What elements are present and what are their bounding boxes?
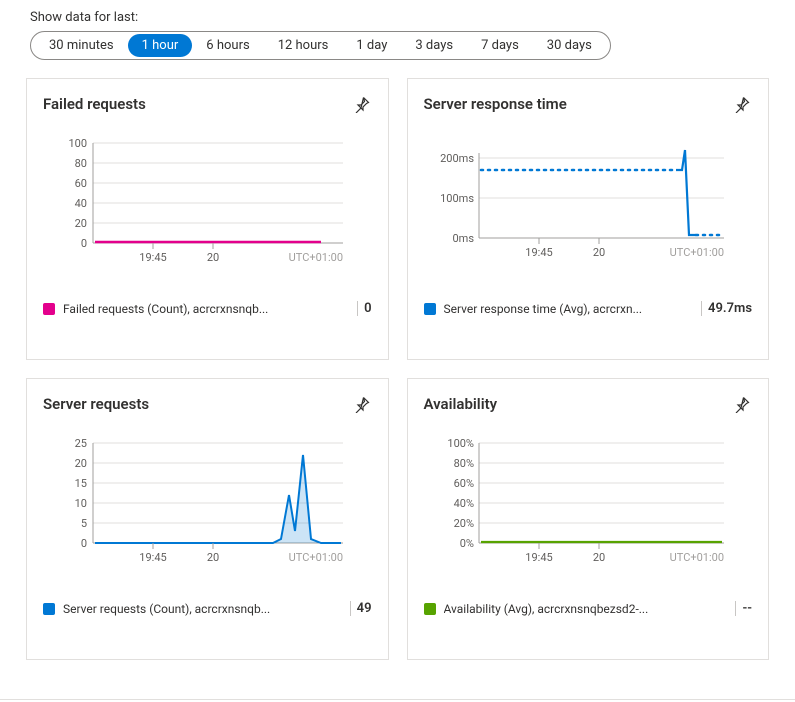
time-range-option-30m[interactable]: 30 minutes	[35, 34, 128, 57]
y-tick: 10	[75, 497, 87, 510]
y-tick: 0%	[459, 537, 473, 550]
legend-label: Failed requests (Count), acrcrxnsnqb...	[63, 302, 349, 316]
card-server-requests[interactable]: Server requests 25 20 15 10	[26, 378, 389, 660]
y-tick: 100ms	[440, 192, 474, 205]
time-range-option-6h[interactable]: 6 hours	[192, 34, 263, 57]
y-tick: 80%	[453, 457, 473, 470]
x-tick: 20	[207, 251, 219, 264]
pin-icon	[734, 97, 750, 113]
pin-button[interactable]	[350, 393, 374, 417]
card-title: Failed requests	[43, 95, 372, 113]
pin-button[interactable]	[730, 393, 754, 417]
y-tick: 20	[75, 457, 87, 470]
x-tick: 19:45	[525, 246, 552, 259]
legend: Failed requests (Count), acrcrxnsnqb... …	[43, 301, 372, 316]
pin-icon	[354, 97, 370, 113]
y-tick: 100	[68, 137, 87, 150]
y-tick: 0ms	[452, 232, 474, 245]
y-tick: 60	[75, 177, 87, 190]
pin-icon	[354, 397, 370, 413]
y-tick: 0	[81, 537, 87, 550]
series-line	[676, 150, 696, 235]
time-range-selector[interactable]: 30 minutes 1 hour 6 hours 12 hours 1 day…	[30, 31, 611, 60]
card-title: Availability	[424, 395, 753, 413]
legend: Availability (Avg), acrcrxnsnqbezsd2-...…	[424, 601, 753, 616]
legend-label: Server response time (Avg), acrcrxn...	[444, 302, 694, 316]
pin-icon	[734, 397, 750, 413]
legend-label: Server requests (Count), acrcrxnsnqb...	[63, 602, 342, 616]
x-tick: 20	[207, 551, 219, 564]
x-tick: 19:45	[139, 551, 166, 564]
chart-server-requests[interactable]: 25 20 15 10 5 0 19:45 20 UTC+01:0	[43, 423, 372, 573]
chart-availability[interactable]: 100% 80% 60% 40% 20% 0% 19:45 20 UTC+01:…	[424, 423, 753, 573]
time-range-option-7d[interactable]: 7 days	[467, 34, 533, 57]
y-tick: 25	[75, 437, 87, 450]
page-root: Show data for last: 30 minutes 1 hour 6 …	[0, 0, 795, 702]
card-title: Server response time	[424, 95, 753, 113]
y-tick: 40%	[453, 497, 473, 510]
pin-button[interactable]	[350, 93, 374, 117]
y-tick: 15	[75, 477, 87, 490]
legend-value: 49.7ms	[701, 301, 752, 316]
card-failed-requests[interactable]: Failed requests 100 80 60	[26, 78, 389, 360]
x-tick: 20	[592, 551, 604, 564]
y-tick: 60%	[453, 477, 473, 490]
time-range-option-3d[interactable]: 3 days	[401, 34, 467, 57]
y-tick: 20%	[453, 517, 473, 530]
y-tick: 200ms	[440, 152, 474, 165]
x-tick: 20	[592, 246, 604, 259]
y-tick: 40	[75, 197, 87, 210]
y-tick: 80	[75, 157, 87, 170]
pin-button[interactable]	[730, 93, 754, 117]
legend-value: --	[735, 601, 752, 616]
legend: Server response time (Avg), acrcrxn... 4…	[424, 301, 753, 316]
legend: Server requests (Count), acrcrxnsnqb... …	[43, 601, 372, 616]
cards-grid: Failed requests 100 80 60	[26, 78, 769, 660]
legend-swatch	[424, 603, 436, 615]
card-title: Server requests	[43, 395, 372, 413]
timezone-label: UTC+01:00	[289, 551, 343, 564]
legend-value: 0	[357, 301, 371, 316]
chart-server-response-time[interactable]: 200ms 100ms 0ms 19:45 20 UTC+01:00	[424, 123, 753, 273]
card-server-response-time[interactable]: Server response time 200ms 100ms 0ms	[407, 78, 770, 360]
time-range-label: Show data for last:	[30, 10, 775, 25]
timezone-label: UTC+01:00	[669, 246, 723, 259]
legend-value: 49	[350, 601, 372, 616]
legend-swatch	[43, 603, 55, 615]
timezone-label: UTC+01:00	[289, 251, 343, 264]
time-range-option-30d[interactable]: 30 days	[533, 34, 606, 57]
card-availability[interactable]: Availability 100% 80% 60% 40%	[407, 378, 770, 660]
y-tick: 0	[81, 237, 87, 250]
y-tick: 20	[75, 217, 87, 230]
time-range-option-1h[interactable]: 1 hour	[128, 34, 193, 57]
chart-failed-requests[interactable]: 100 80 60 40 20 0 19:45 20 UTC+01:00	[43, 123, 372, 273]
x-tick: 19:45	[139, 251, 166, 264]
y-tick: 5	[81, 517, 87, 530]
timezone-label: UTC+01:00	[669, 551, 723, 564]
time-range-option-1d[interactable]: 1 day	[342, 34, 401, 57]
x-tick: 19:45	[525, 551, 552, 564]
legend-label: Availability (Avg), acrcrxnsnqbezsd2-...	[444, 602, 728, 616]
legend-swatch	[43, 303, 55, 315]
bottom-divider	[0, 699, 795, 700]
time-range-option-12h[interactable]: 12 hours	[264, 34, 343, 57]
legend-swatch	[424, 303, 436, 315]
y-tick: 100%	[447, 437, 474, 450]
